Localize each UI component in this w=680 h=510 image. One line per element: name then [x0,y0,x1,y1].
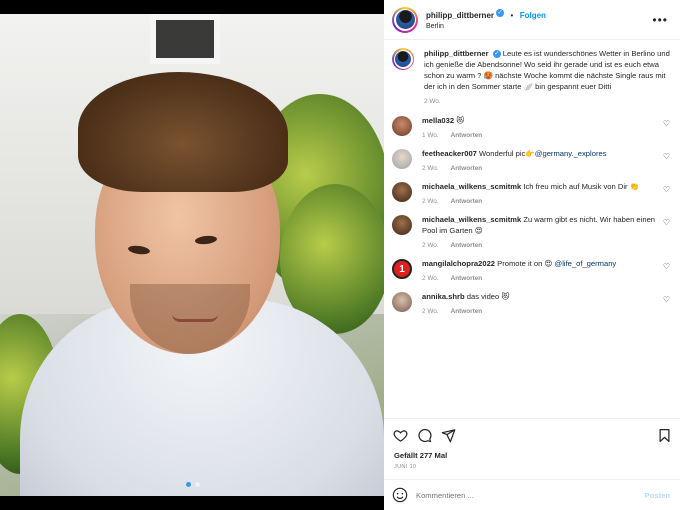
comment-username[interactable]: mangilalchopra2022 [422,259,495,268]
caption: philipp_dittberner ✓ Leute es ist wunder… [392,48,670,105]
post-media[interactable] [0,0,384,510]
comment-icon[interactable] [416,427,432,443]
comment-time: 2 Wo. [422,165,439,172]
comment-avatar[interactable] [392,215,412,235]
comment-input[interactable] [416,490,645,500]
comment-username[interactable]: mella032 [422,116,454,125]
comment-avatar[interactable] [392,116,412,136]
comment-text: 😻 [456,116,465,125]
photo-hair [78,72,288,192]
comment-item: feetheacker007 Wonderful pic👉@germany._e… [392,148,670,172]
more-horizontal-icon[interactable]: ••• [652,13,668,27]
follow-button[interactable]: Folgen [520,11,546,20]
comment-time: 2 Wo. [422,275,439,282]
comment-avatar[interactable] [392,149,412,169]
comment-text: Ich freu mich auf Musik von Dir 👏 [523,182,640,191]
reply-button[interactable]: Antworten [451,132,483,139]
heart-icon[interactable]: ♡ [663,295,670,304]
post-photo[interactable] [0,14,384,496]
carousel-dot[interactable] [186,482,191,487]
comment-avatar[interactable] [392,292,412,312]
header-username[interactable]: philipp_dittberner [426,11,494,20]
heart-icon[interactable]: ♡ [663,218,670,227]
post-header: philipp_dittberner ✓ • Folgen Berlin ••• [384,0,680,40]
comment-item: michaela_wilkens_scmitmk Ich freu mich a… [392,181,670,205]
caption-username[interactable]: philipp_dittberner [424,49,489,58]
caption-time: 2 Wo. [424,98,441,105]
photo-window [150,14,220,64]
comment-username[interactable]: annika.shrb [422,292,465,301]
caption-text: philipp_dittberner ✓ Leute es ist wunder… [424,48,670,92]
comment-username[interactable]: feetheacker007 [422,149,477,158]
comment-text: das video 😻 [466,292,510,301]
reply-button[interactable]: Antworten [451,165,483,172]
bookmark-icon[interactable] [656,427,672,443]
reply-button[interactable]: Antworten [451,242,483,249]
post-sidebar: philipp_dittberner ✓ • Folgen Berlin ••• … [384,0,680,510]
caption-avatar[interactable] [392,48,414,70]
add-comment-bar: Posten [384,480,680,510]
comment-item: michaela_wilkens_scmitmk Zu warm gibt es… [392,214,670,249]
separator-dot: • [510,10,514,20]
reply-button[interactable]: Antworten [451,198,483,205]
emoji-icon[interactable] [392,487,408,503]
verified-badge-icon: ✓ [496,9,504,18]
carousel-dots [186,482,200,487]
comment-text: Promote it on 😍 [497,259,553,268]
comment-item: mella032 😻 1 Wo. Antworten ♡ [392,115,670,139]
heart-icon[interactable]: ♡ [663,119,670,128]
reply-button[interactable]: Antworten [451,275,483,282]
caption-meta: 2 Wo. [424,98,670,105]
comment-avatar[interactable] [392,182,412,202]
comment-time: 2 Wo. [422,242,439,249]
comment-time: 1 Wo. [422,132,439,139]
post-button[interactable]: Posten [645,491,670,500]
comments-list[interactable]: philipp_dittberner ✓ Leute es ist wunder… [384,40,680,419]
location-link[interactable]: Berlin [426,21,652,32]
heart-icon[interactable]: ♡ [663,152,670,161]
comment-time: 2 Wo. [422,308,439,315]
share-icon[interactable] [440,427,456,443]
post-date: JUNI 10 [384,460,680,480]
heart-icon[interactable]: ♡ [663,185,670,194]
comment-item: annika.shrb das video 😻 2 Wo. Antworten ♡ [392,291,670,315]
comment-avatar[interactable]: 1 [392,259,412,279]
post-dialog: philipp_dittberner ✓ • Folgen Berlin ••• … [0,0,680,510]
comment-time: 2 Wo. [422,198,439,205]
avatar[interactable] [392,6,418,33]
verified-badge-icon: ✓ [492,50,501,58]
action-bar [384,419,680,451]
carousel-dot[interactable] [195,482,200,487]
mention-link[interactable]: @life_of_germany [554,259,616,268]
photo-mouth [172,314,218,322]
comment-username[interactable]: michaela_wilkens_scmitmk [422,215,521,224]
likes-count[interactable]: Gefällt 277 Mal [384,451,680,460]
reply-button[interactable]: Antworten [451,308,483,315]
comment-text: Wonderful pic👉 [479,149,535,158]
comment-item: 1 mangilalchopra2022 Promote it on 😍 @li… [392,258,670,282]
heart-icon[interactable]: ♡ [663,262,670,271]
like-heart-icon[interactable] [392,427,408,443]
mention-link[interactable]: @germany._explores [535,149,607,158]
comment-username[interactable]: michaela_wilkens_scmitmk [422,182,521,191]
